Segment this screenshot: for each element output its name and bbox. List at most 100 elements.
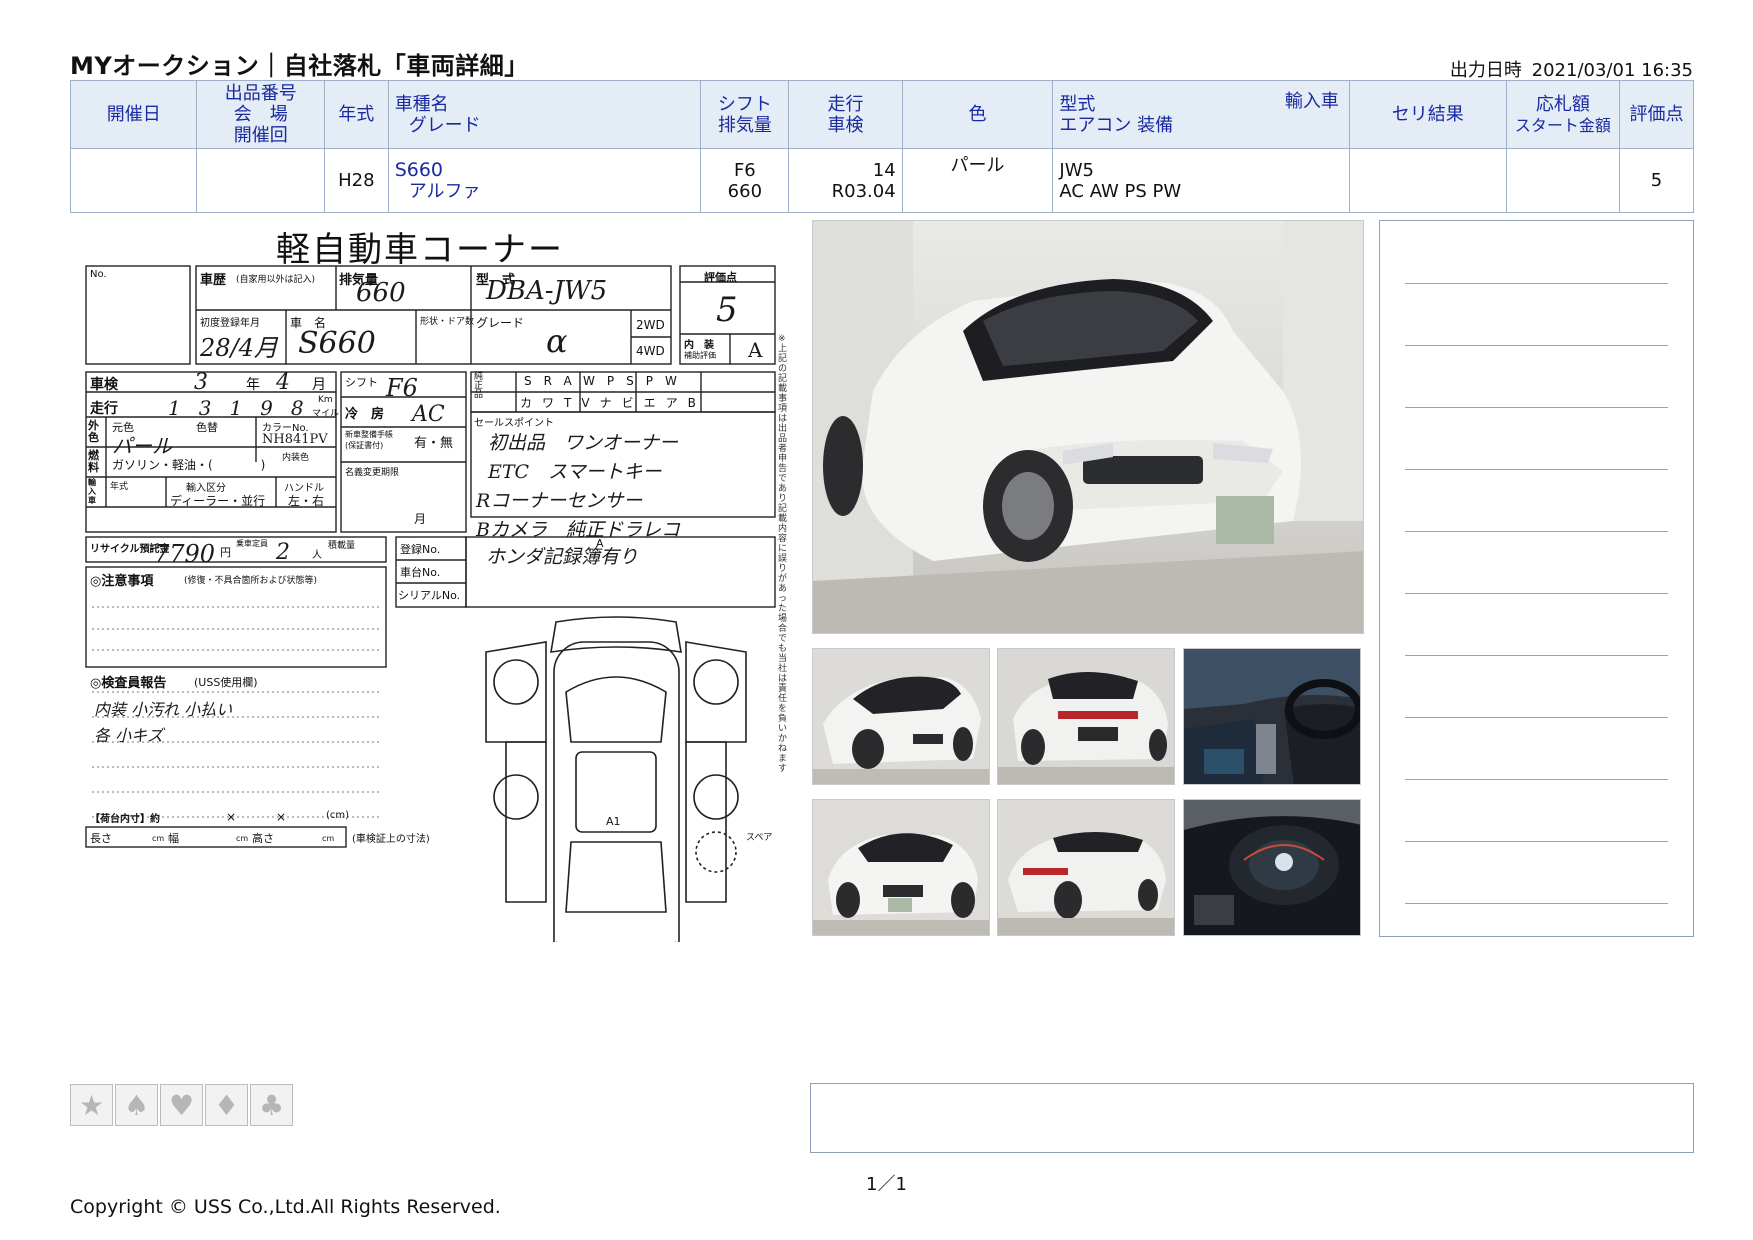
comment-box (810, 1083, 1694, 1153)
hand-displacement: 660 (356, 278, 406, 308)
cell-shift: F6 660 (700, 148, 790, 213)
label-length-cm: cm (152, 834, 165, 843)
label-interior-sub: 補助評価 (684, 351, 716, 360)
th-result: セリ結果 (1348, 80, 1507, 149)
output-label: 出力日時 (1449, 60, 1522, 81)
label-cargo-cm: (cm) (326, 810, 350, 821)
star-icon[interactable]: ★ (70, 1084, 113, 1126)
label-side-note: ※上記の記載事項は出品者申告であり記載内容に誤りがあった場合でも当社は責任を負い… (778, 334, 788, 774)
label-cert-note: (車検証上の寸法) (352, 834, 430, 845)
hand-mileage: 13198 (168, 396, 322, 420)
car-photo-thumb-meter[interactable] (1183, 799, 1361, 936)
th-bid: 応札額 スタート金額 (1505, 80, 1621, 149)
label-fuel: 燃料 (88, 449, 99, 474)
label-height-cm: cm (322, 834, 335, 843)
th-year: 年式 (323, 80, 389, 149)
th-score: 評価点 (1619, 80, 1694, 149)
label-equipment: 純正品 (474, 372, 484, 400)
label-aircon: 冷 房 (345, 407, 385, 422)
note-line (1405, 531, 1668, 532)
hand-color: パール (112, 434, 172, 458)
hand-score: 5 (716, 290, 738, 330)
cell-date (69, 148, 198, 213)
hand-inspector-note-1: 内装 小汚れ 小払い (94, 700, 233, 719)
th-lot: 出品番号 会 場 開催回 (196, 80, 325, 149)
label-width: 幅 (168, 832, 179, 845)
label-outer-color: 外色 (88, 419, 99, 444)
page-number: 1／1 (866, 1174, 907, 1195)
label-spare: スペア (746, 833, 773, 843)
label-reg-no: 登録No. (400, 543, 441, 556)
hand-car-name: S660 (298, 326, 376, 361)
th-model: 型式 エアコン 装備 輸入車 (1052, 80, 1350, 149)
thumb-meter-image (1184, 800, 1360, 935)
grade-value: アルファ (408, 180, 481, 202)
label-import-options: ディーラー・並行 (170, 494, 266, 508)
cell-score: 5 (1619, 148, 1694, 213)
output-datetime: 出力日時 2021/03/01 16:35 (1446, 56, 1693, 82)
thumb-interior-image (1184, 649, 1360, 784)
heart-icon[interactable]: ♥ (160, 1084, 203, 1126)
car-name-value: S660 (394, 158, 444, 181)
label-shape: 形状・ドア数 (420, 317, 475, 327)
label-import-year: 年式 (110, 482, 129, 492)
copyright: Copyright © USS Co.,Ltd.All Rights Reser… (70, 1196, 501, 1218)
car-photo-thumb-front[interactable] (812, 799, 990, 936)
car-photo-main[interactable] (812, 220, 1364, 634)
note-line (1405, 469, 1668, 470)
car-photo-thumb-interior[interactable] (1183, 648, 1361, 785)
car-photo-thumb-front-left[interactable] (812, 648, 990, 785)
cell-lot (196, 148, 325, 213)
label-interior-color: 内装色 (282, 453, 310, 463)
th-color: 色 (901, 80, 1054, 149)
hand-inspector-note-2: 各 小キズ (94, 726, 164, 745)
label-eq-row1: SRAWPSPW (524, 374, 689, 388)
hand-aircon: AC (412, 402, 445, 427)
cell-bid (1505, 148, 1621, 213)
label-caution-sub: (修復・不具合箇所および状態等) (184, 576, 318, 586)
diamond-icon[interactable]: ♦ (205, 1084, 248, 1126)
page-title: MYオークション｜自社落札「車両詳細」 (70, 52, 529, 80)
note-line (1405, 903, 1668, 904)
label-length: 長さ (90, 832, 112, 845)
label-grade: グレード (476, 316, 525, 330)
note-line (1405, 779, 1668, 780)
car-photo-thumb-rear-right[interactable] (997, 799, 1175, 936)
thumb-front-left-image (813, 649, 989, 784)
label-handle-options: 左・右 (288, 494, 325, 508)
vehicle-info-table: 開催日 出品番号 会 場 開催回 年式 車種名 グレード シフト 排気量 走行 … (69, 80, 1694, 213)
spade-icon[interactable]: ♠ (115, 1084, 158, 1126)
cell-year: H28 (323, 148, 389, 213)
label-inspector: ◎検査員報告 (90, 676, 167, 691)
label-load: 積載量 (328, 541, 356, 551)
label-chassis-no: 車台No. (400, 566, 441, 579)
hand-recycle: 7790 (154, 540, 216, 568)
hand-sales-points: 初出品 ワンオーナー ETC スマートキー Rコーナーセンサー Bカメラ 純正ド… (476, 432, 680, 568)
club-icon[interactable]: ♣ (250, 1084, 293, 1126)
auction-sheet: 軽自動車コーナー No. 車歴 (自家用以外は記入) 排気量 型 式 評価点 初… (76, 222, 796, 942)
label-maintenance-opt: 有・無 (414, 436, 454, 451)
thumb-rear-right-image (998, 800, 1174, 935)
label-import: 輸入車 (88, 478, 96, 505)
label-month-unit: 月 (312, 377, 326, 393)
hand-inspection-year: 3 (194, 370, 208, 395)
car-photo-thumb-rear[interactable] (997, 648, 1175, 785)
label-shift: シフト (345, 376, 378, 389)
label-score: 評価点 (704, 271, 737, 284)
note-line (1405, 717, 1668, 718)
note-line (1405, 283, 1668, 284)
hand-inspection-month: 4 (276, 370, 290, 395)
thumb-front-image (813, 800, 989, 935)
hand-interior: A (748, 338, 763, 362)
th-car-name: 車種名 グレード (387, 80, 702, 149)
hand-shift: F6 (386, 374, 418, 402)
label-history-note: (自家用以外は記入) (236, 275, 316, 285)
car-photo-main-image (813, 221, 1363, 633)
label-maintenance-sub: (保証書付) (345, 441, 384, 450)
label-interior: 内 装 (684, 340, 714, 351)
thumb-rear-image (998, 649, 1174, 784)
label-inspector-sub: (USS使用欄) (194, 676, 258, 689)
cell-car-name: S660 アルファ (387, 148, 702, 213)
cell-result (1348, 148, 1507, 213)
note-line (1405, 407, 1668, 408)
